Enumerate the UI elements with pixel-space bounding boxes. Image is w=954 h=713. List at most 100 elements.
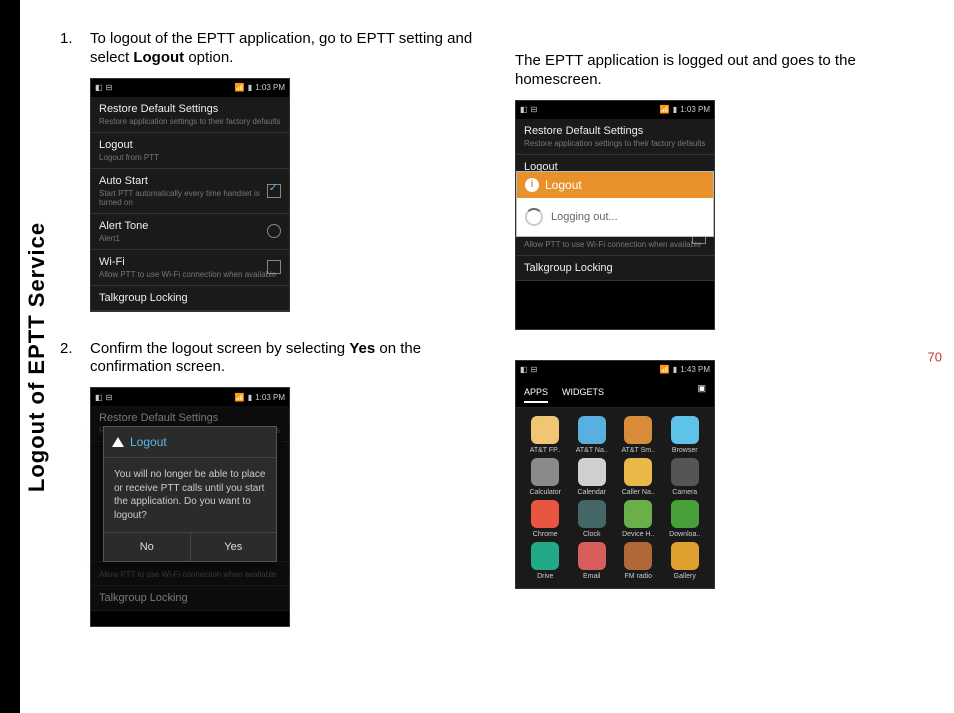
app-icon[interactable]: AT&T Na.. (571, 416, 614, 454)
setting-wifi[interactable]: Wi-Fi Allow PTT to use Wi-Fi connection … (91, 250, 289, 286)
setting-alert-tone[interactable]: Alert Tone Alert1 (91, 214, 289, 250)
app-label: AT&T Sm.. (621, 447, 655, 454)
app-icon-image (671, 458, 699, 486)
shop-icon[interactable]: ▣ (697, 383, 706, 403)
setting-subtitle: Allow PTT to use Wi-Fi connection when a… (524, 240, 706, 249)
logout-toast: i Logout Logging out... (516, 171, 714, 237)
app-icon[interactable]: Calculator (524, 458, 567, 496)
notification-icon: ◧ (95, 83, 103, 92)
battery-icon: ▮ (248, 393, 252, 402)
app-icon-image (624, 542, 652, 570)
notification-icon: ⊟ (531, 105, 538, 114)
setting-subtitle: Restore application settings to their fa… (524, 139, 706, 148)
setting-auto-start[interactable]: Auto Start Start PTT automatically every… (91, 169, 289, 214)
setting-logout[interactable]: Logout Logout from PTT (91, 133, 289, 169)
setting-title: Talkgroup Locking (99, 592, 281, 604)
setting-subtitle: Alert1 (99, 234, 281, 243)
battery-icon: ▮ (673, 365, 677, 374)
spinner-icon (525, 208, 543, 226)
phone-statusbar: ◧ ⊟ 📶▮1:03 PM (91, 388, 289, 406)
app-label: Chrome (533, 531, 558, 538)
step-number: 2. (60, 340, 90, 378)
setting-subtitle: Allow PTT to use Wi-Fi connection when a… (99, 570, 281, 579)
phone-statusbar: ◧ ⊟ 📶▮1:43 PM (516, 361, 714, 379)
step-3: The EPTT application is logged out and g… (515, 52, 930, 90)
app-icon[interactable]: Clock (571, 500, 614, 538)
app-icon-image (578, 416, 606, 444)
dialog-header: Logout (104, 427, 276, 458)
app-icon[interactable]: Caller Na.. (617, 458, 660, 496)
step-1: 1. To logout of the EPTT application, go… (60, 30, 475, 68)
app-label: Calculator (529, 489, 561, 496)
apps-tabs: APPS WIDGETS ▣ (516, 379, 714, 408)
app-icon[interactable]: Device H.. (617, 500, 660, 538)
checkbox-icon[interactable] (267, 260, 281, 274)
signal-icon: 📶 (235, 393, 245, 402)
step-text: Confirm the logout screen by selecting Y… (90, 340, 475, 378)
phone-statusbar: ◧ ⊟ 📶▮1:03 PM (91, 79, 289, 97)
notification-icon: ◧ (95, 393, 103, 402)
yes-button[interactable]: Yes (191, 533, 277, 561)
clock-text: 1:43 PM (680, 365, 710, 374)
tab-apps[interactable]: APPS (524, 383, 548, 403)
setting-title: Logout (99, 139, 281, 151)
toast-header: i Logout (517, 172, 713, 198)
app-icon[interactable]: Email (571, 542, 614, 580)
app-icon-image (624, 500, 652, 528)
app-label: Device H.. (622, 531, 654, 538)
app-icon[interactable]: Chrome (524, 500, 567, 538)
toast-body: Logging out... (517, 198, 713, 236)
battery-icon: ▮ (248, 83, 252, 92)
app-icon[interactable]: AT&T Sm.. (617, 416, 660, 454)
setting-talkgroup[interactable]: Talkgroup Locking (91, 286, 289, 311)
step-text-bold: Yes (349, 340, 375, 357)
dialog-body: You will no longer be able to place or r… (104, 458, 276, 532)
setting-title: Wi-Fi (99, 256, 281, 268)
radio-icon[interactable] (267, 224, 281, 238)
tab-widgets[interactable]: WIDGETS (562, 383, 604, 403)
sidebar-black-bar (0, 0, 20, 713)
checkbox-icon[interactable] (267, 184, 281, 198)
no-button[interactable]: No (104, 533, 191, 561)
step-2: 2. Confirm the logout screen by selectin… (60, 340, 475, 378)
app-icon[interactable]: Drive (524, 542, 567, 580)
app-icon-image (578, 500, 606, 528)
screenshot-confirm-dialog: ◧ ⊟ 📶▮1:03 PM Restore Default Settings R… (90, 387, 290, 627)
app-icon-image (531, 458, 559, 486)
setting-subtitle: Start PTT automatically every time hands… (99, 189, 281, 207)
setting-subtitle: Allow PTT to use Wi-Fi connection when a… (99, 270, 281, 279)
app-icon[interactable]: AT&T FP.. (524, 416, 567, 454)
app-label: FM radio (624, 573, 652, 580)
app-icon-image (624, 416, 652, 444)
spacer (515, 30, 930, 52)
setting-title: Auto Start (99, 175, 281, 187)
toast-message: Logging out... (551, 211, 618, 223)
app-icon[interactable]: Camera (664, 458, 707, 496)
toast-title: Logout (545, 178, 582, 192)
setting-subtitle: Logout from PTT (99, 153, 281, 162)
clock-text: 1:03 PM (255, 83, 285, 92)
app-label: Drive (537, 573, 553, 580)
dialog-title: Logout (130, 435, 167, 449)
app-icon[interactable]: FM radio (617, 542, 660, 580)
step-text: To logout of the EPTT application, go to… (90, 30, 475, 68)
step-text: The EPTT application is logged out and g… (515, 52, 930, 90)
app-icon[interactable]: Gallery (664, 542, 707, 580)
setting-restore[interactable]: Restore Default Settings Restore applica… (91, 97, 289, 133)
step-text-bold: Logout (133, 49, 184, 66)
setting-talkgroup: Talkgroup Locking (91, 586, 289, 611)
app-icon-image (671, 416, 699, 444)
app-icon[interactable]: Calendar (571, 458, 614, 496)
right-column: The EPTT application is logged out and g… (515, 30, 930, 655)
info-icon: i (525, 178, 539, 192)
app-label: Clock (583, 531, 601, 538)
setting-title: Talkgroup Locking (99, 292, 281, 304)
app-icon[interactable]: Browser (664, 416, 707, 454)
app-label: Gallery (674, 573, 696, 580)
screenshot-homescreen: ◧ ⊟ 📶▮1:43 PM APPS WIDGETS ▣ AT&T FP.. AT… (515, 360, 715, 589)
app-label: AT&T FP.. (530, 447, 561, 454)
setting-title: Restore Default Settings (99, 412, 281, 424)
setting-title: Restore Default Settings (99, 103, 281, 115)
app-label: Downloa.. (669, 531, 700, 538)
app-icon[interactable]: Downloa.. (664, 500, 707, 538)
